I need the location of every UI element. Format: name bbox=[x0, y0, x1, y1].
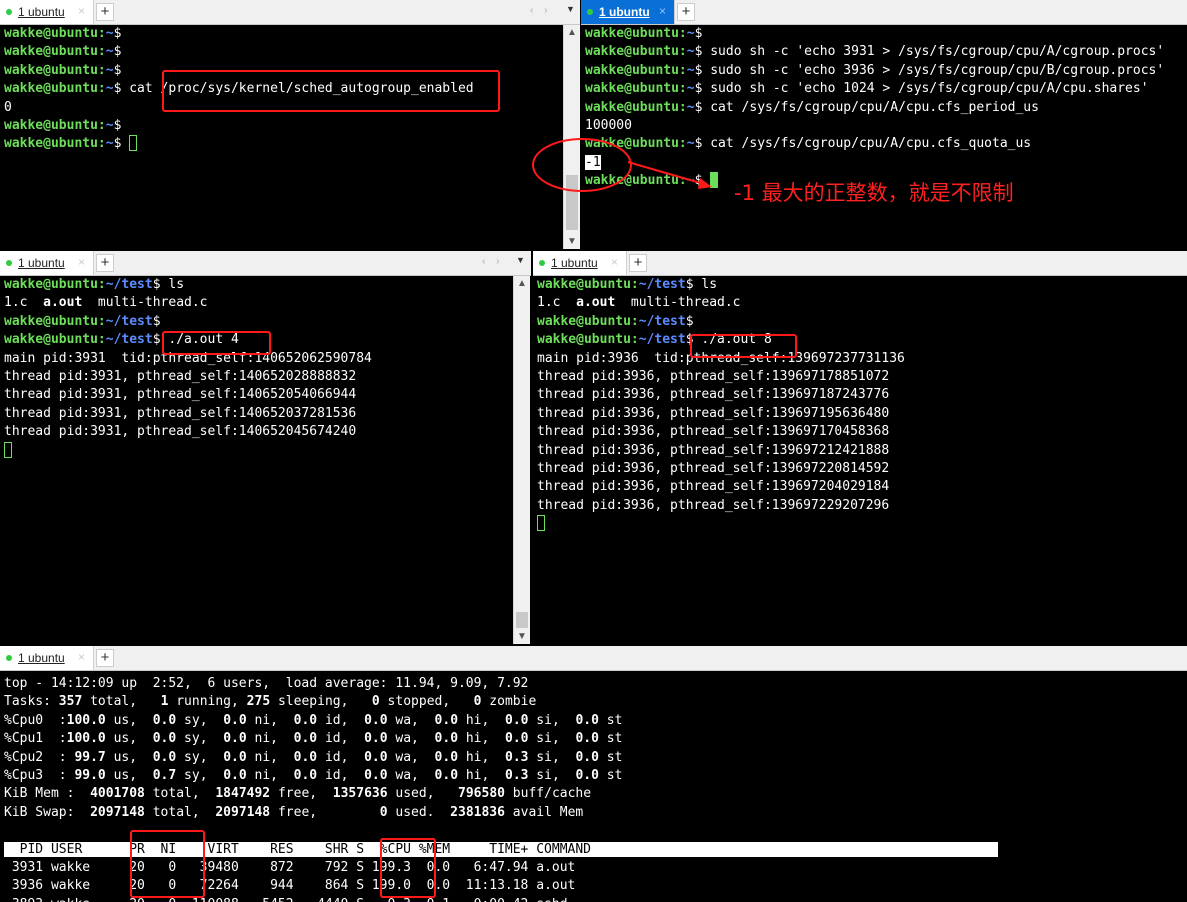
annotation-arrow-icon bbox=[627, 161, 712, 189]
highlight-box-aout-8 bbox=[690, 334, 797, 358]
highlight-box-pr-ni bbox=[130, 830, 205, 898]
annotation-text: -1 最大的正整数，就是不限制 bbox=[734, 181, 1014, 205]
highlight-box-aout-4 bbox=[162, 331, 271, 355]
highlight-box-cpu bbox=[380, 838, 436, 898]
